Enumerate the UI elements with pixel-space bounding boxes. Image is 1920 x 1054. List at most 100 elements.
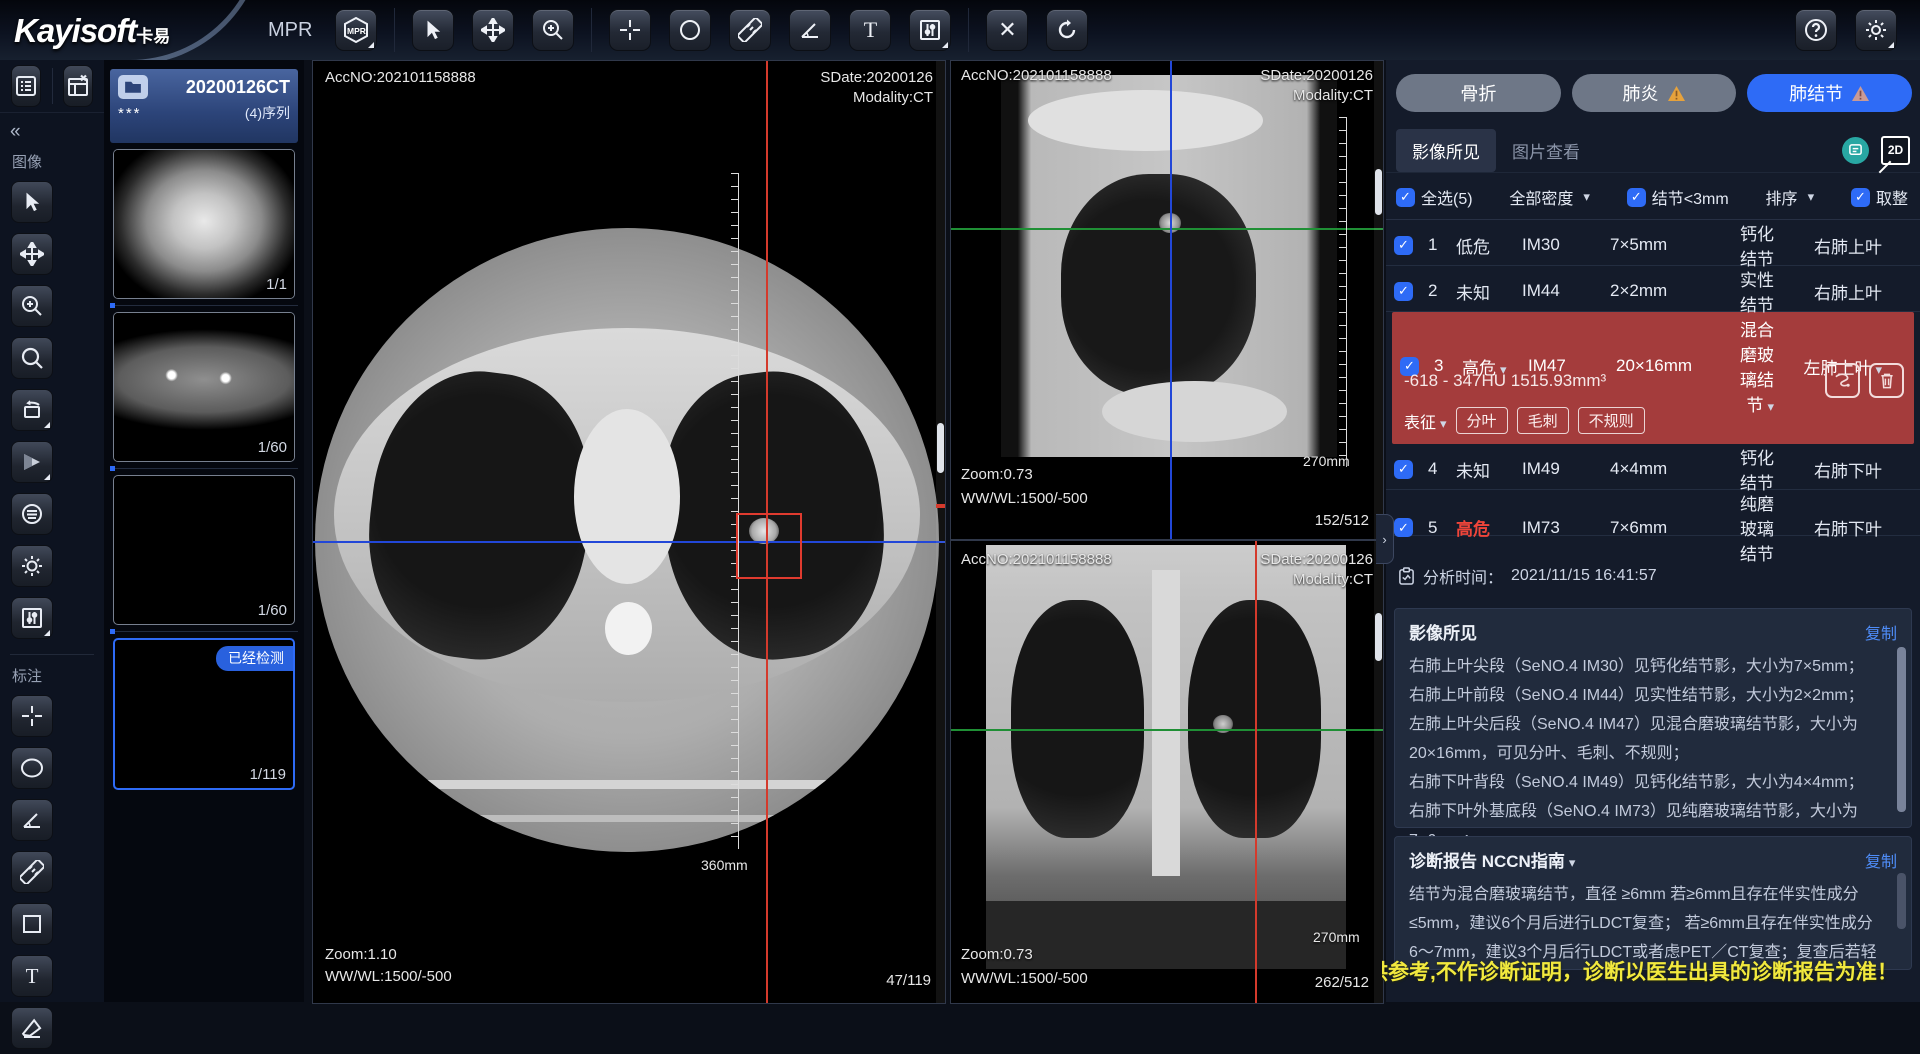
select-all-checkbox[interactable]: 全选(5)	[1396, 185, 1473, 209]
report-copy-link[interactable]: 复制	[1865, 848, 1897, 872]
rail-rotate-button[interactable]	[11, 389, 53, 431]
thumbnail-index: 1/60	[258, 439, 287, 456]
reset-view-button[interactable]	[1046, 9, 1088, 51]
ellipse-icon	[19, 756, 45, 780]
nodule-checkbox[interactable]	[1394, 282, 1413, 301]
sort-dropdown[interactable]: 排序	[1766, 185, 1815, 209]
nodule-checkbox[interactable]	[1394, 518, 1413, 537]
crosshair-tool-button[interactable]	[609, 9, 651, 51]
sagittal-vertical-crosshair[interactable]	[1170, 61, 1172, 539]
rail-text-button[interactable]: T	[11, 955, 53, 997]
rail-ruler-button[interactable]	[11, 851, 53, 893]
rail-flip-button[interactable]	[11, 441, 53, 483]
2d-view-icon[interactable]: 2D	[1881, 136, 1910, 165]
sagittal-scrollbar-thumb[interactable]	[1375, 169, 1382, 215]
panel-collapse-handle[interactable]: ›	[1376, 514, 1394, 564]
report-title-dropdown[interactable]: 诊断报告 NCCN指南	[1409, 847, 1575, 872]
axial-scrollbar-thumb[interactable]	[937, 423, 944, 473]
rail-zoom-in-button[interactable]	[11, 285, 53, 327]
close-series-button[interactable]	[63, 65, 93, 107]
help-icon	[1803, 17, 1829, 43]
rail-magnify-button[interactable]	[11, 337, 53, 379]
nodule-size: 20×16mm	[1616, 356, 1738, 376]
mpr-mode-button[interactable]: MPR	[335, 9, 377, 51]
nodule-row-5[interactable]: 5 高危 IM73 7×6mm 纯磨玻璃结节 右肺下叶	[1386, 490, 1920, 536]
text-tool-button[interactable]: T	[849, 9, 891, 51]
series-thumbnail-2[interactable]: 1/60	[113, 312, 295, 462]
rail-pan-button[interactable]	[11, 233, 53, 275]
mode-fracture-button[interactable]: 骨折	[1396, 74, 1561, 112]
pan-tool-button[interactable]	[472, 9, 514, 51]
series-thumbnail-4[interactable]: 已经检测 1/119	[113, 638, 295, 790]
rail-ellipse-button[interactable]	[11, 747, 53, 789]
axial-viewport[interactable]: 360mm AccNO:202101158888 SDate:20200126 …	[312, 60, 946, 1004]
rail-angle-button[interactable]	[11, 799, 53, 841]
clear-annotations-button[interactable]: ✕	[986, 9, 1028, 51]
findings-copy-link[interactable]: 复制	[1865, 620, 1897, 644]
round-checkbox[interactable]: 取整	[1851, 185, 1908, 209]
sagittal-scrollbar-track[interactable]	[1374, 61, 1383, 539]
series-thumbnail-1[interactable]: 1/1	[113, 149, 295, 299]
nodule-roi-box[interactable]	[736, 513, 802, 579]
rail-eraser-button[interactable]	[11, 1007, 53, 1049]
rail-window-level-button[interactable]	[11, 597, 53, 639]
feature-chip[interactable]: 毛刺	[1517, 407, 1569, 434]
help-button[interactable]	[1795, 9, 1837, 51]
rail-invert-button[interactable]	[11, 493, 53, 535]
mode-pneumonia-button[interactable]: 肺炎	[1572, 74, 1737, 112]
collapse-rail-button[interactable]: «	[0, 113, 104, 143]
coronal-scrollbar-thumb[interactable]	[1375, 613, 1382, 661]
clipboard-icon	[1398, 567, 1415, 586]
series-list-button[interactable]	[11, 65, 41, 107]
density-filter-dropdown[interactable]: 全部密度	[1509, 185, 1590, 209]
coronal-vertical-crosshair[interactable]	[1255, 541, 1257, 1003]
nodule-row-4[interactable]: 4 未知 IM49 4×4mm 钙化结节 右肺下叶	[1386, 444, 1920, 490]
zoom-tool-button[interactable]	[532, 9, 574, 51]
coronal-viewport[interactable]: 270mm AccNO:202101158888 SDate:20200126 …	[950, 540, 1384, 1004]
nodule-row-2[interactable]: 2 未知 IM44 2×2mm 实性结节 右肺上叶	[1386, 266, 1920, 312]
nodule-row-1[interactable]: 1 低危 IM30 7×5mm 钙化结节 右肺上叶	[1386, 220, 1920, 266]
rail-rectangle-button[interactable]	[11, 903, 53, 945]
nodule-number: 4	[1428, 459, 1456, 479]
logo-cn: 卡易	[136, 27, 170, 46]
coronal-scrollbar-track[interactable]	[1374, 541, 1383, 1003]
rail-crosshair-button[interactable]	[11, 695, 53, 737]
thumb-divider	[110, 305, 298, 306]
rail-separator	[52, 68, 53, 104]
contour-tool-button[interactable]	[1825, 363, 1860, 398]
filter-row: 全选(5) 全部密度 结节<3mm 排序 取整	[1386, 173, 1920, 220]
rail-brightness-button[interactable]	[11, 545, 53, 587]
rail-cursor-button[interactable]	[11, 181, 53, 223]
angle-tool-button[interactable]	[789, 9, 831, 51]
coronal-horizontal-crosshair[interactable]	[951, 729, 1383, 731]
mode-lung-nodule-button[interactable]: 肺结节	[1747, 74, 1912, 112]
sagittal-viewport[interactable]: 270mm AccNO:202101158888 SDate:20200126 …	[950, 60, 1384, 540]
findings-scrollbar-thumb[interactable]	[1897, 647, 1906, 812]
series-thumbnail-3[interactable]: 1/60	[113, 475, 295, 625]
tab-findings[interactable]: 影像所见	[1396, 129, 1496, 172]
cursor-tool-button[interactable]	[412, 9, 454, 51]
tab-image-view[interactable]: 图片查看	[1496, 129, 1596, 172]
axial-scrollbar-track[interactable]	[936, 61, 945, 1003]
nodule-density-dropdown[interactable]: 混合磨玻璃结节	[1738, 316, 1774, 416]
feedback-icon[interactable]	[1842, 137, 1869, 164]
ruler-tool-button[interactable]	[729, 9, 771, 51]
nodule-checkbox[interactable]	[1394, 236, 1413, 255]
window-level-button[interactable]	[909, 9, 951, 51]
feature-chip[interactable]: 不规则	[1578, 407, 1645, 434]
ellipse-tool-button[interactable]	[669, 9, 711, 51]
folder-icon[interactable]	[118, 75, 148, 99]
nodule-checkbox[interactable]	[1394, 460, 1413, 479]
sagittal-horizontal-crosshair[interactable]	[951, 228, 1383, 230]
small-nodule-checkbox[interactable]: 结节<3mm	[1627, 185, 1729, 209]
axial-horizontal-crosshair[interactable]	[313, 541, 945, 543]
ai-mode-row: 骨折 肺炎 肺结节	[1386, 60, 1920, 124]
settings-button[interactable]	[1855, 9, 1897, 51]
toolbar-separator	[591, 8, 592, 52]
report-scrollbar-thumb[interactable]	[1897, 873, 1906, 929]
features-dropdown[interactable]: 表征	[1404, 409, 1447, 433]
series-header[interactable]: 20200126CT *** (4)序列	[110, 69, 298, 143]
nodule-row-3-expanded[interactable]: 3 高危 IM47 20×16mm 混合磨玻璃结节 左肺上叶 -618 - 34…	[1392, 312, 1914, 444]
feature-chip[interactable]: 分叶	[1456, 407, 1508, 434]
delete-nodule-button[interactable]	[1869, 363, 1904, 398]
